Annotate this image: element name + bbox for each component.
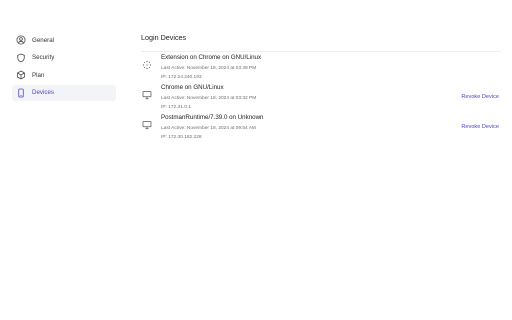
page-title: Login Devices — [141, 33, 187, 42]
device-info: Extension on Chrome on GNU/Linux Last Ac… — [161, 54, 501, 81]
device-row: Extension on Chrome on GNU/Linux Last Ac… — [141, 52, 501, 82]
sidebar-item-plan[interactable]: Plan — [12, 67, 116, 83]
device-info: PostmanRuntime/7.39.0 on Unknown Last Ac… — [161, 114, 501, 141]
settings-window: General Security Plan Devices Login Devi… — [0, 0, 512, 320]
desktop-icon — [142, 117, 152, 130]
user-circle-icon — [16, 35, 26, 45]
sidebar-item-label: Security — [32, 54, 55, 61]
sidebar-item-devices[interactable]: Devices — [12, 84, 116, 101]
sidebar-item-security[interactable]: Security — [12, 50, 116, 66]
sidebar-item-label: Devices — [32, 89, 55, 96]
sidebar-item-general[interactable]: General — [12, 32, 116, 48]
device-last-active: Last Active: November 18, 2024 at 09:54 … — [161, 125, 256, 131]
revoke-device-button[interactable]: Revoke Device — [461, 124, 499, 130]
device-list: Extension on Chrome on GNU/Linux Last Ac… — [141, 52, 501, 142]
extension-icon — [142, 57, 152, 70]
phone-icon — [16, 88, 26, 98]
device-info: Chrome on GNU/Linux Last Active: Novembe… — [161, 84, 501, 111]
device-ip: IP: 172.31.0.1 — [161, 104, 191, 110]
revoke-device-button[interactable]: Revoke Device — [461, 94, 499, 100]
device-last-active: Last Active: November 18, 2024 at 03:32 … — [161, 95, 257, 101]
device-ip: IP: 172.24.240.193 — [161, 74, 202, 80]
device-row: PostmanRuntime/7.39.0 on Unknown Last Ac… — [141, 112, 501, 142]
shield-icon — [16, 53, 26, 63]
device-row: Chrome on GNU/Linux Last Active: Novembe… — [141, 82, 501, 112]
devices-panel: Login Devices Extension on Chrome on GNU… — [141, 33, 501, 142]
device-ip: IP: 172.30.182.228 — [161, 134, 202, 140]
device-name: Chrome on GNU/Linux — [161, 84, 224, 91]
device-last-active: Last Active: November 18, 2024 at 03:39 … — [161, 65, 257, 71]
sidebar-item-label: Plan — [32, 71, 45, 79]
box-icon — [16, 70, 26, 80]
sidebar-item-label: General — [32, 36, 55, 44]
device-name: Extension on Chrome on GNU/Linux — [161, 54, 262, 61]
desktop-icon — [142, 87, 152, 100]
device-name: PostmanRuntime/7.39.0 on Unknown — [161, 114, 264, 121]
settings-sidebar: General Security Plan Devices — [12, 32, 116, 102]
